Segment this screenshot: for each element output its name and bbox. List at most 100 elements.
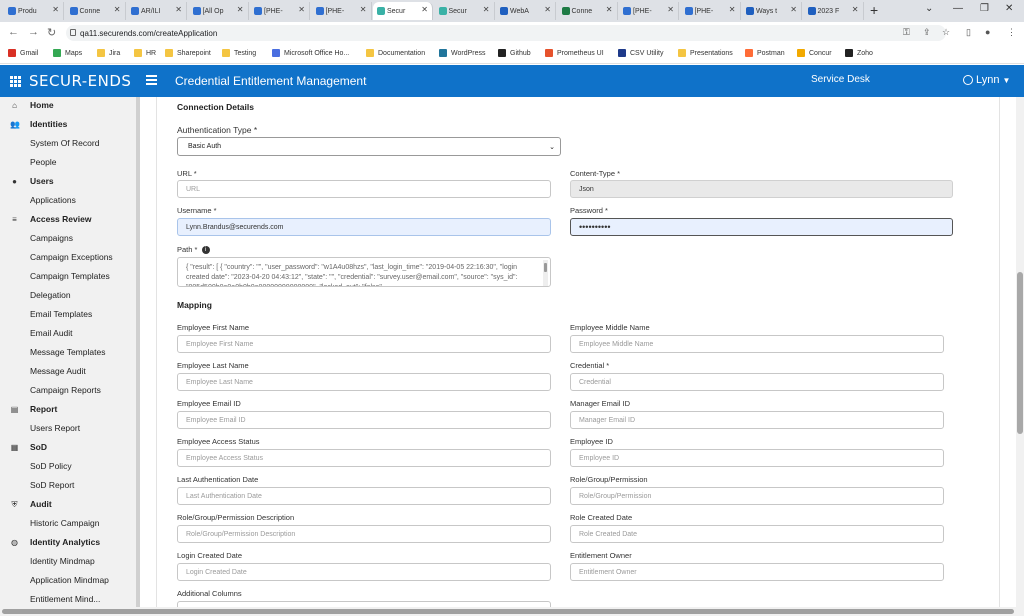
- close-tab-icon[interactable]: ✕: [360, 5, 367, 14]
- sidepanel-icon[interactable]: ▯: [966, 27, 971, 38]
- bookmark[interactable]: CSV Utility: [618, 49, 663, 57]
- mapping-field-input[interactable]: Employee Last Name: [177, 373, 551, 391]
- sidebar-item[interactable]: Campaign Exceptions: [30, 252, 113, 270]
- sidebar-item[interactable]: Users Report: [30, 423, 80, 441]
- mapping-field-input[interactable]: Employee ID: [570, 449, 944, 467]
- mapping-field-input[interactable]: Last Authentication Date: [177, 487, 551, 505]
- bookmark[interactable]: Documentation: [366, 49, 425, 57]
- mapping-field-input[interactable]: Login Created Date: [177, 563, 551, 581]
- chevron-down-icon[interactable]: ⌄: [925, 3, 933, 14]
- close-window-icon[interactable]: ✕: [1005, 3, 1013, 14]
- browser-tab[interactable]: 2023 F ✕: [804, 2, 864, 20]
- bookmark[interactable]: Presentations: [678, 49, 733, 57]
- username-input[interactable]: Lynn.Brandus@securends.com: [177, 218, 551, 236]
- page-scrollbar[interactable]: [1016, 97, 1024, 607]
- content-type-input[interactable]: Json: [570, 180, 953, 198]
- bookmark[interactable]: Testing: [222, 49, 256, 57]
- info-icon[interactable]: i: [201, 246, 210, 255]
- sidebar-item[interactable]: Historic Campaign: [30, 518, 99, 536]
- sidebar-section-sod[interactable]: SoD: [30, 442, 47, 460]
- browser-tab[interactable]: [PHE- ✕: [250, 2, 310, 20]
- sidebar-section-identities[interactable]: Identities: [30, 119, 67, 137]
- browser-tab[interactable]: Conne ✕: [558, 2, 618, 20]
- sidebar-item[interactable]: Campaigns: [30, 233, 73, 251]
- auth-type-select[interactable]: Basic Auth ⌄: [177, 137, 561, 156]
- browser-tab[interactable]: [PHE- ✕: [312, 2, 372, 20]
- mapping-field-input[interactable]: Role Created Date: [570, 525, 944, 543]
- mapping-field-input[interactable]: Manager Email ID: [570, 411, 944, 429]
- sidebar-item[interactable]: Entitlement Mind...: [30, 594, 100, 607]
- sidebar-item[interactable]: Campaign Templates: [30, 271, 110, 289]
- close-tab-icon[interactable]: ✕: [852, 5, 859, 14]
- share-icon[interactable]: ⇪: [923, 27, 931, 38]
- bookmark[interactable]: Microsoft Office Ho...: [272, 49, 349, 57]
- bookmark[interactable]: Postman: [745, 49, 785, 57]
- mapping-field-input[interactable]: Entitlement Owner: [570, 563, 944, 581]
- close-tab-icon[interactable]: ✕: [790, 5, 797, 14]
- browser-tab[interactable]: Secur ✕: [435, 2, 495, 20]
- sidebar-item[interactable]: Email Audit: [30, 328, 73, 346]
- key-icon[interactable]: ⚿: [903, 27, 910, 38]
- profile-icon[interactable]: ●: [985, 27, 990, 37]
- close-tab-icon[interactable]: ✕: [237, 5, 244, 14]
- browser-tab[interactable]: Produ ✕: [4, 2, 64, 20]
- bookmark[interactable]: Jira: [97, 49, 120, 57]
- sidebar-item[interactable]: Campaign Reports: [30, 385, 101, 403]
- mapping-field-input[interactable]: Role/Group/Permission: [570, 487, 944, 505]
- browser-tab[interactable]: WebA ✕: [496, 2, 556, 20]
- sidebar-scrollbar[interactable]: [136, 97, 140, 607]
- sidebar-item[interactable]: SoD Report: [30, 480, 74, 498]
- close-tab-icon[interactable]: ✕: [667, 5, 674, 14]
- path-textarea[interactable]: { "result": [ { "country": "", "user_pas…: [177, 257, 551, 287]
- close-tab-icon[interactable]: ✕: [114, 5, 121, 14]
- bookmark[interactable]: Zoho: [845, 49, 873, 57]
- bookmark[interactable]: WordPress: [439, 49, 486, 57]
- sidebar-item[interactable]: Message Templates: [30, 347, 105, 365]
- browser-tab[interactable]: [PHE- ✕: [681, 2, 741, 20]
- close-tab-icon[interactable]: ✕: [298, 5, 305, 14]
- bookmark[interactable]: Maps: [53, 49, 82, 57]
- sidebar-item[interactable]: Application Mindmap: [30, 575, 109, 593]
- mapping-field-input[interactable]: Role/Group/Permission Description: [177, 525, 551, 543]
- sidebar-item[interactable]: Email Templates: [30, 309, 92, 327]
- minimize-icon[interactable]: —: [953, 3, 963, 14]
- close-tab-icon[interactable]: ✕: [606, 5, 613, 14]
- mapping-field-input[interactable]: Credential: [570, 373, 944, 391]
- browser-tab[interactable]: Conne ✕: [66, 2, 126, 20]
- bookmark[interactable]: Sharepoint: [165, 49, 211, 57]
- sidebar-item[interactable]: Delegation: [30, 290, 71, 308]
- sidebar-item[interactable]: Identity Mindmap: [30, 556, 95, 574]
- sidebar-section-identity-analytics[interactable]: Identity Analytics: [30, 537, 100, 555]
- url-input[interactable]: URL: [177, 180, 551, 198]
- bookmark[interactable]: Github: [498, 49, 531, 57]
- horizontal-scrollbar[interactable]: [0, 607, 1024, 616]
- password-input[interactable]: ••••••••••: [570, 218, 953, 236]
- reload-icon[interactable]: ↻: [47, 26, 56, 39]
- sidebar-section-report[interactable]: Report: [30, 404, 57, 422]
- browser-tab[interactable]: Ways t ✕: [742, 2, 802, 20]
- url-field[interactable]: qa11.securends.com/createApplication: [66, 25, 946, 41]
- brand-logo[interactable]: SECUR-ENDS: [29, 72, 131, 90]
- sidebar-item[interactable]: SoD Policy: [30, 461, 72, 479]
- browser-tab[interactable]: [All Op ✕: [189, 2, 249, 20]
- mapping-field-input[interactable]: Employee Middle Name: [570, 335, 944, 353]
- browser-tab[interactable]: Secur ✕: [373, 2, 433, 20]
- close-tab-icon[interactable]: ✕: [421, 5, 428, 14]
- close-tab-icon[interactable]: ✕: [175, 5, 182, 14]
- sidebar-item[interactable]: Message Audit: [30, 366, 86, 384]
- hamburger-menu-icon[interactable]: [146, 75, 157, 87]
- restore-icon[interactable]: ❐: [980, 3, 989, 14]
- sidebar-item[interactable]: People: [30, 157, 56, 175]
- textarea-scrollbar[interactable]: [543, 260, 548, 286]
- sidebar-section-audit[interactable]: Audit: [30, 499, 52, 517]
- back-icon[interactable]: ←: [8, 26, 19, 38]
- menu-icon[interactable]: ⋮: [1007, 27, 1016, 38]
- user-menu[interactable]: Lynn ▼: [963, 74, 1010, 86]
- mapping-field-input[interactable]: Employee Access Status: [177, 449, 551, 467]
- sidebar-section-users[interactable]: Users: [30, 176, 54, 194]
- star-icon[interactable]: ☆: [942, 27, 950, 38]
- bookmark[interactable]: Gmail: [8, 49, 38, 57]
- service-desk-link[interactable]: Service Desk: [811, 74, 870, 85]
- sidebar-item[interactable]: System Of Record: [30, 138, 99, 156]
- forward-icon[interactable]: →: [28, 26, 39, 38]
